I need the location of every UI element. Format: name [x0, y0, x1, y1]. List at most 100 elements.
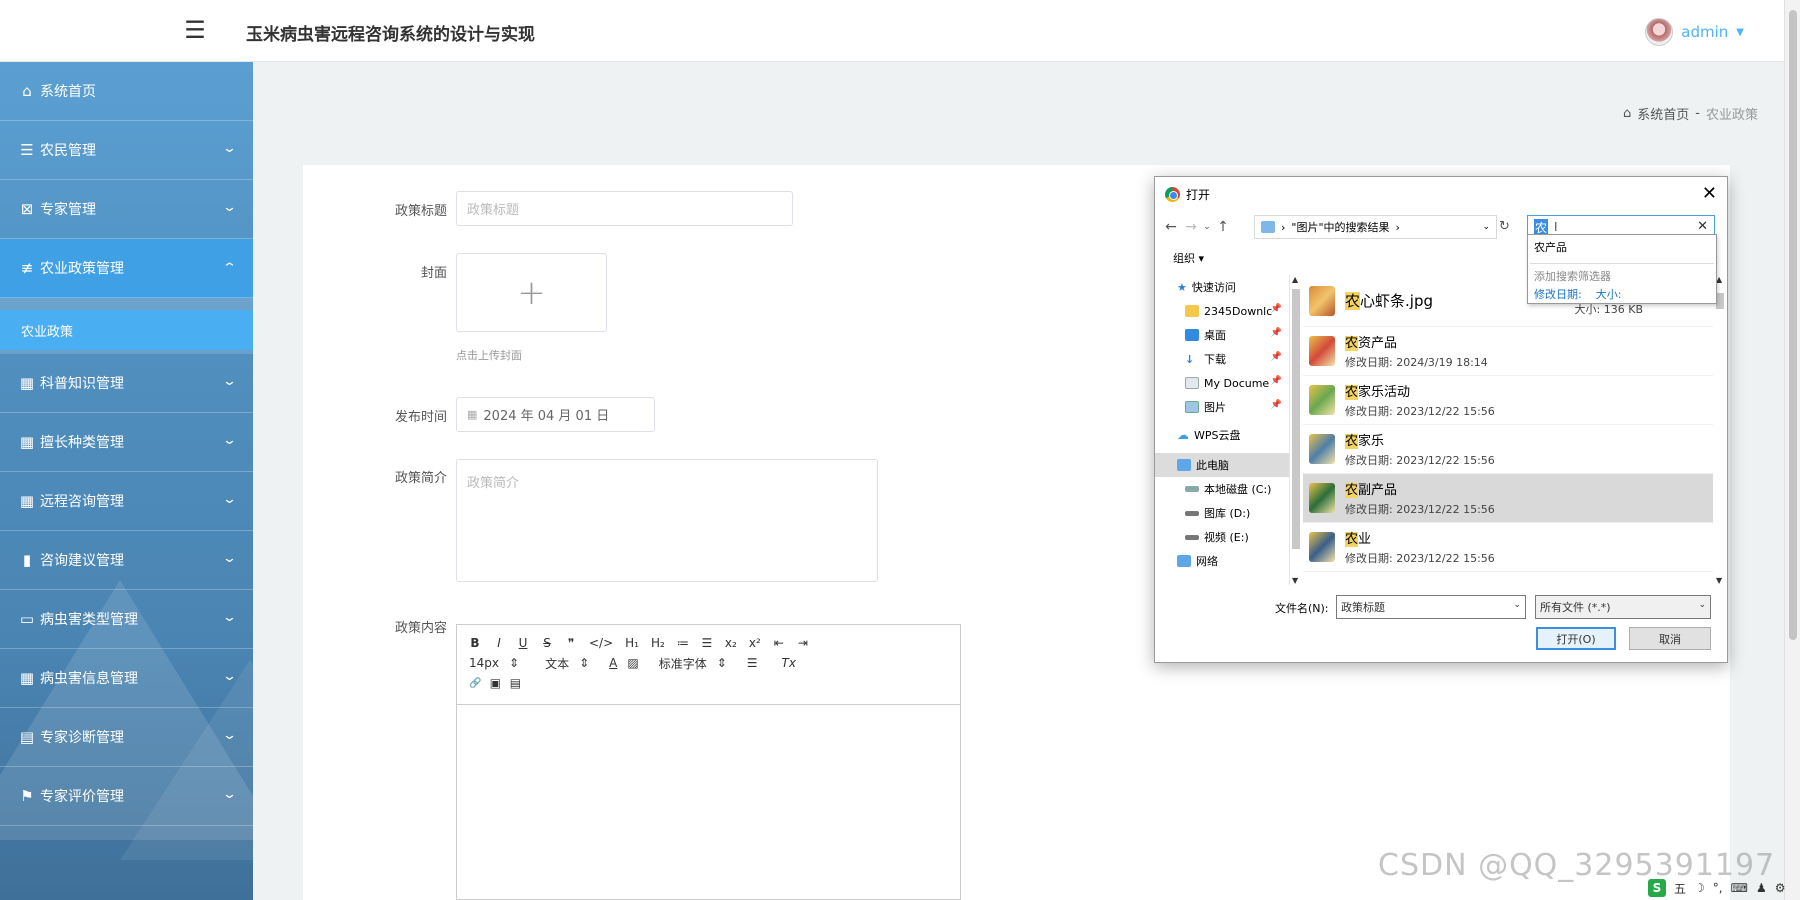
tree-item-my-documents[interactable]: My Docume 📌 [1155, 371, 1290, 395]
caret-down-icon[interactable]: ▼ [1736, 27, 1744, 38]
suggestion-item[interactable]: 农产品 [1528, 235, 1716, 259]
cover-upload[interactable]: + [456, 253, 607, 332]
italic-button[interactable]: I [493, 636, 505, 650]
font-size-select[interactable]: 14px [469, 656, 499, 670]
user-icon[interactable]: ♟ [1756, 881, 1767, 895]
username[interactable]: admin [1681, 23, 1728, 41]
tree-item-wps-cloud[interactable]: ☁ WPS云盘 [1155, 423, 1290, 447]
strike-button[interactable]: S [541, 636, 553, 650]
select-arrows-icon[interactable]: ⇕ [717, 656, 727, 670]
sidebar-item-remote[interactable]: ▦ 远程咨询管理 ⌄ [0, 472, 253, 531]
file-item[interactable]: 农资产品 修改日期: 2024/3/19 18:14 [1303, 327, 1713, 376]
moon-icon[interactable]: ☽ [1694, 881, 1705, 895]
chevron-down-icon[interactable]: ⌄ [1513, 600, 1521, 610]
outdent-button[interactable]: ⇤ [773, 636, 785, 650]
cancel-button[interactable]: 取消 [1629, 627, 1711, 650]
tree-item-network[interactable]: 网络 [1155, 549, 1290, 573]
page-scrollbar[interactable] [1784, 0, 1800, 900]
sidebar-item-pest-info[interactable]: ▦ 病虫害信息管理 ⌄ [0, 649, 253, 708]
underline-button[interactable]: U [517, 636, 529, 650]
sidebar-item-farmers[interactable]: ☰ 农民管理 ⌄ [0, 121, 253, 180]
scroll-down-icon[interactable]: ▼ [1716, 576, 1722, 585]
hamburger-icon[interactable]: ☰ [183, 18, 207, 42]
file-item[interactable]: 农业 修改日期: 2023/12/22 15:56 [1303, 523, 1713, 572]
font-color-icon[interactable]: A [609, 656, 617, 670]
organize-menu[interactable]: 组织 ▾ [1173, 250, 1204, 266]
file-item[interactable]: 农家乐活动 修改日期: 2023/12/22 15:56 [1303, 376, 1713, 425]
settings-icon[interactable]: ⚙ [1775, 881, 1786, 895]
breadcrumb-home[interactable]: 系统首页 [1637, 104, 1689, 123]
filter-modified-date[interactable]: 修改日期: [1534, 286, 1582, 302]
sidebar-item-policy[interactable]: ≢ 农业政策管理 ⌃ [0, 239, 253, 298]
bullet-list-button[interactable]: ☰ [701, 636, 713, 650]
address-dropdown-icon[interactable]: ⌄ [1482, 222, 1490, 232]
sidebar-item-science[interactable]: ▦ 科普知识管理 ⌄ [0, 354, 253, 413]
filter-size[interactable]: 大小: [1596, 286, 1622, 302]
h2-button[interactable]: H₂ [651, 636, 665, 650]
ime-s-icon[interactable]: S [1648, 879, 1666, 897]
sidebar-item-pest-type[interactable]: ▭ 病虫害类型管理 ⌄ [0, 590, 253, 649]
ordered-list-button[interactable]: ≔ [677, 636, 689, 650]
text-style-select[interactable]: 文本 [545, 655, 569, 672]
font-family-select[interactable]: 标准字体 [659, 655, 707, 672]
punctuation-icon[interactable]: °, [1713, 881, 1723, 895]
sidebar-item-advice[interactable]: ▮ 咨询建议管理 ⌄ [0, 531, 253, 590]
tree-item-downloads-folder[interactable]: 2345Downlc 📌 [1155, 299, 1290, 323]
up-icon[interactable]: ↑ [1213, 219, 1233, 235]
tree-item-pictures[interactable]: 图片 📌 [1155, 395, 1290, 419]
file-list-scrollbar-thumb[interactable] [1716, 293, 1724, 309]
user-menu[interactable]: admin ▼ [1645, 18, 1744, 46]
code-button[interactable]: </> [589, 636, 613, 650]
history-chevron-icon[interactable]: ⌄ [1201, 222, 1213, 232]
scroll-down-icon[interactable]: ▼ [1292, 576, 1298, 585]
close-icon[interactable]: ✕ [1702, 183, 1717, 204]
bold-button[interactable]: B [469, 636, 481, 650]
sidebar-item-rating[interactable]: ⚑ 专家评价管理 ⌄ [0, 767, 253, 826]
sidebar-item-diagnosis[interactable]: ▤ 专家诊断管理 ⌄ [0, 708, 253, 767]
tree-item-this-pc[interactable]: 此电脑 [1155, 453, 1290, 477]
tree-item-download[interactable]: ↓ 下载 📌 [1155, 347, 1290, 371]
summary-textarea[interactable]: 政策简介 [456, 459, 878, 582]
tree-item-desktop[interactable]: 桌面 📌 [1155, 323, 1290, 347]
tree-item-quick-access[interactable]: ★ 快速访问 [1155, 275, 1290, 299]
sidebar-item-home[interactable]: ⌂ 系统首页 [0, 62, 253, 121]
title-input[interactable]: 政策标题 [456, 191, 793, 226]
h1-button[interactable]: H₁ [625, 636, 639, 650]
image-icon[interactable]: ▣ [489, 676, 501, 690]
tree-item-drive-e[interactable]: 视频 (E:) [1155, 525, 1290, 549]
keyboard-icon[interactable]: ⌨ [1731, 881, 1748, 895]
filename-input[interactable]: 政策标题 ⌄ [1336, 595, 1526, 619]
page-scrollbar-thumb[interactable] [1789, 10, 1797, 640]
open-button[interactable]: 打开(O) [1536, 627, 1616, 650]
ime-mode[interactable]: 五 [1674, 880, 1686, 897]
tree-scrollbar-thumb[interactable] [1292, 289, 1300, 549]
file-list-scrollbar[interactable]: ▲ ▼ [1713, 275, 1727, 585]
sidebar-item-experts[interactable]: ⊠ 专家管理 ⌄ [0, 180, 253, 239]
tree-scrollbar[interactable]: ▲ ▼ [1289, 275, 1301, 585]
refresh-icon[interactable]: ↻ [1499, 219, 1510, 234]
date-picker[interactable]: ▦ 2024 年 04 月 01 日 [456, 397, 655, 432]
tree-item-drive-d[interactable]: 图库 (D:) [1155, 501, 1290, 525]
align-icon[interactable]: ☰ [747, 656, 758, 670]
avatar[interactable] [1645, 18, 1674, 46]
chevron-down-icon[interactable]: ⌄ [1698, 600, 1706, 610]
select-arrows-icon[interactable]: ⇕ [509, 656, 519, 670]
file-item[interactable]: 农家乐 修改日期: 2023/12/22 15:56 [1303, 425, 1713, 474]
subscript-button[interactable]: x₂ [725, 636, 737, 650]
clear-search-icon[interactable]: ✕ [1697, 219, 1708, 234]
indent-button[interactable]: ⇥ [797, 636, 809, 650]
select-arrows-icon[interactable]: ⇕ [579, 656, 589, 670]
forward-icon[interactable]: → [1181, 219, 1201, 235]
video-icon[interactable]: ▤ [509, 676, 521, 690]
rich-text-editor[interactable]: B I U S ❞ </> H₁ H₂ ≔ ☰ x₂ x² ⇤ ⇥ 14px ⇕… [456, 624, 961, 900]
tree-item-drive-c[interactable]: 本地磁盘 (C:) [1155, 477, 1290, 501]
link-icon[interactable]: 🔗 [469, 678, 481, 689]
bg-color-icon[interactable]: ▨ [627, 656, 638, 670]
scroll-up-icon[interactable]: ▲ [1292, 275, 1298, 284]
superscript-button[interactable]: x² [749, 636, 761, 650]
file-item-selected[interactable]: 农副产品 修改日期: 2023/12/22 15:56 [1303, 474, 1713, 523]
sidebar-item-specialty[interactable]: ▦ 擅长种类管理 ⌄ [0, 413, 253, 472]
back-icon[interactable]: ← [1161, 219, 1181, 235]
sidebar-subitem-policy[interactable]: 农业政策 [0, 310, 253, 350]
quote-button[interactable]: ❞ [565, 636, 577, 650]
